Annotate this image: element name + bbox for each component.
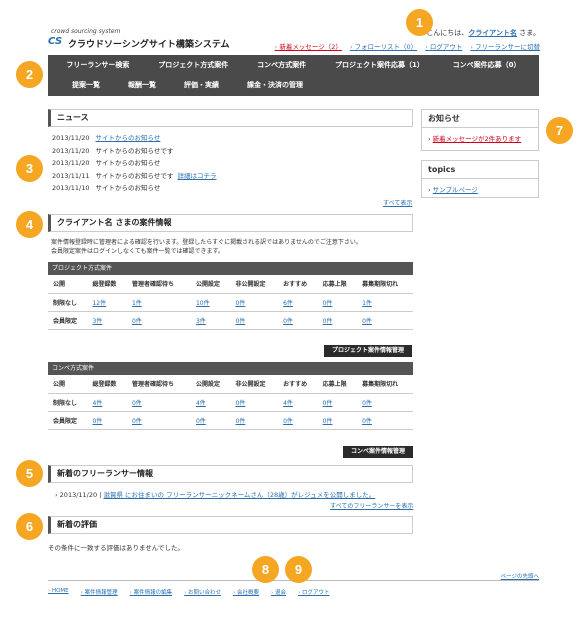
header-nav: 新着メッセージ（2） フォローリスト（0） ログアウト フリーランサーに切替 [275, 41, 540, 51]
topics-sample-link[interactable]: サンプルページ [433, 186, 478, 194]
notice-messages-link[interactable]: 新着メッセージが2件あります [433, 135, 522, 143]
menu-project-applications[interactable]: プロジェクト案件応募（1） [321, 60, 438, 70]
switch-to-freelancer-link[interactable]: フリーランサーに切替 [470, 41, 540, 51]
menu-freelancer-search[interactable]: フリーランサー検索 [52, 60, 143, 70]
table-header-row: 公開 総登録数 管理者確認待ち 公開設定 非公開設定 おすすめ 応募上限 募集期… [48, 275, 413, 294]
news-more-link[interactable]: すべて表示 [383, 198, 412, 207]
freelancer-link[interactable]: 滋賀県 にお住まいの フリーランサーニックネームさん（28歳）がレジュメを公開し… [103, 491, 375, 499]
callout-badge-3: 3 [16, 155, 43, 182]
table-header-row: 公開 総登録数 管理者確認待ち 公開設定 非公開設定 おすすめ 応募上限 募集期… [48, 375, 413, 394]
news-heading: ニュース [48, 109, 413, 127]
footer-withdraw-link[interactable]: 退会 [271, 588, 286, 596]
callout-badge-8: 8 [252, 556, 279, 583]
footer-logout-link[interactable]: ログアウト [298, 588, 330, 596]
footer-nav: HOME 案件情報管理 案件情報の編集 お問い合わせ 会社概要 退会 ログアウト [48, 588, 330, 596]
new-evaluations-heading: 新着の評価 [48, 516, 413, 534]
news-item: 2013/11/20 サイトからのお知らせです [52, 146, 174, 155]
menu-rewards[interactable]: 報酬一覧 [114, 80, 170, 90]
table-row: 制限なし 4件 0件 4件 0件 4件 0件 0件 [48, 393, 413, 412]
callout-badge-2: 2 [16, 61, 43, 88]
callout-badge-4: 4 [16, 211, 43, 238]
notice-heading: お知らせ [422, 110, 538, 128]
project-jobs-manage-button[interactable]: プロジェクト案件情報管理 [324, 345, 413, 357]
page-top-link[interactable]: ページの先頭へ [501, 572, 539, 580]
logo-icon[interactable]: CS [48, 36, 62, 47]
main-menu: フリーランサー検索 プロジェクト方式案件 コンペ方式案件 プロジェクト案件応募（… [48, 55, 539, 96]
footer-home-link[interactable]: HOME [48, 588, 69, 596]
footer-company-link[interactable]: 会社概要 [233, 588, 259, 596]
news-item: 2013/11/20 サイトからのお知らせ [52, 159, 161, 167]
callout-badge-5: 5 [16, 460, 43, 487]
news-list: 2013/11/20 サイトからのお知らせ 2013/11/20 サイトからのお知ら… [52, 132, 412, 195]
table-row: 会員限定 3件 0件 3件 0件 0件 0件 0件 [48, 311, 413, 330]
callout-badge-6: 6 [16, 513, 43, 540]
compe-jobs-manage-button[interactable]: コンペ案件情報管理 [343, 446, 414, 458]
new-messages-link[interactable]: 新着メッセージ（2） [275, 41, 342, 51]
user-name-link[interactable]: クライアント名 [468, 29, 517, 37]
site-title[interactable]: クラウドソーシングサイト構築システム [68, 37, 230, 50]
greeting-suffix: さま。 [517, 29, 540, 37]
callout-badge-1: 1 [406, 9, 433, 36]
table-row: 制限なし 12件 1件 10件 0件 6件 0件 1件 [48, 293, 413, 312]
news-item: 2013/11/10 サイトからのお知らせ [52, 184, 161, 192]
news-link[interactable]: サイトからのお知らせ [95, 134, 160, 142]
menu-proposals[interactable]: 提案一覧 [58, 80, 114, 90]
no-evaluations-message: その条件に一致する評価はありませんでした。 [48, 544, 184, 552]
project-table-caption: プロジェクト方式案件 [48, 262, 413, 275]
news-item: 2013/11/11 サイトからのお知らせです 詳細はコチラ [52, 171, 217, 180]
follow-list-link[interactable]: フォローリスト（0） [350, 41, 418, 51]
footer-jobs-link[interactable]: 案件情報管理 [81, 588, 118, 596]
menu-compe-applications[interactable]: コンペ案件応募（0） [439, 60, 535, 70]
freelancer-item: › 2013/11/20 | 滋賀県 にお住まいの フリーランサーニックネームさ… [55, 491, 376, 499]
notice-box: お知らせ › 新着メッセージが2件あります [421, 109, 539, 151]
table-row: 会員限定 0件 0件 0件 0件 0件 0件 0件 [48, 411, 413, 430]
client-jobs-note-2: 会員限定案件はログインしなくても案件一覧では確認できます。 [51, 248, 224, 255]
all-freelancers-link[interactable]: すべてのフリーランサーを表示 [330, 501, 413, 510]
site-header: crowd sourcing system CS クラウドソーシングサイト構築シ… [48, 28, 540, 52]
topics-heading: topics [422, 161, 538, 179]
client-jobs-heading: クライアント名 さまの案件情報 [48, 214, 413, 232]
compe-jobs-table: 公開 総登録数 管理者確認待ち 公開設定 非公開設定 おすすめ 応募上限 募集期… [48, 375, 413, 430]
client-jobs-note-1: 案件情報登録時に管理者による確認を行います。登録したらすぐに掲載される訳ではあり… [51, 239, 362, 246]
menu-project-jobs[interactable]: プロジェクト方式案件 [144, 60, 242, 70]
greeting-prefix: こんにちは、 [426, 29, 469, 37]
callout-badge-9: 9 [285, 556, 312, 583]
logout-link[interactable]: ログアウト [425, 41, 463, 51]
news-detail-link[interactable]: 詳細はコチラ [177, 172, 216, 180]
menu-billing[interactable]: 課金・決済の管理 [233, 80, 317, 90]
topics-box: topics › サンプルページ [421, 160, 539, 198]
greeting: こんにちは、クライアント名 さま。 [426, 28, 540, 38]
menu-evaluations[interactable]: 評価・実績 [170, 80, 233, 90]
footer-contact-link[interactable]: お問い合わせ [184, 588, 221, 596]
project-jobs-table: 公開 総登録数 管理者確認待ち 公開設定 非公開設定 おすすめ 応募上限 募集期… [48, 275, 413, 330]
compe-table-caption: コンペ方式案件 [48, 362, 413, 375]
logo-tagline: crowd sourcing system [51, 28, 121, 35]
footer-edit-link[interactable]: 案件情報の編集 [130, 588, 173, 596]
news-item: 2013/11/20 サイトからのお知らせ [52, 134, 161, 142]
new-freelancers-heading: 新着のフリーランサー情報 [48, 465, 413, 483]
callout-badge-7: 7 [546, 117, 573, 144]
menu-compe-jobs[interactable]: コンペ方式案件 [243, 60, 320, 70]
